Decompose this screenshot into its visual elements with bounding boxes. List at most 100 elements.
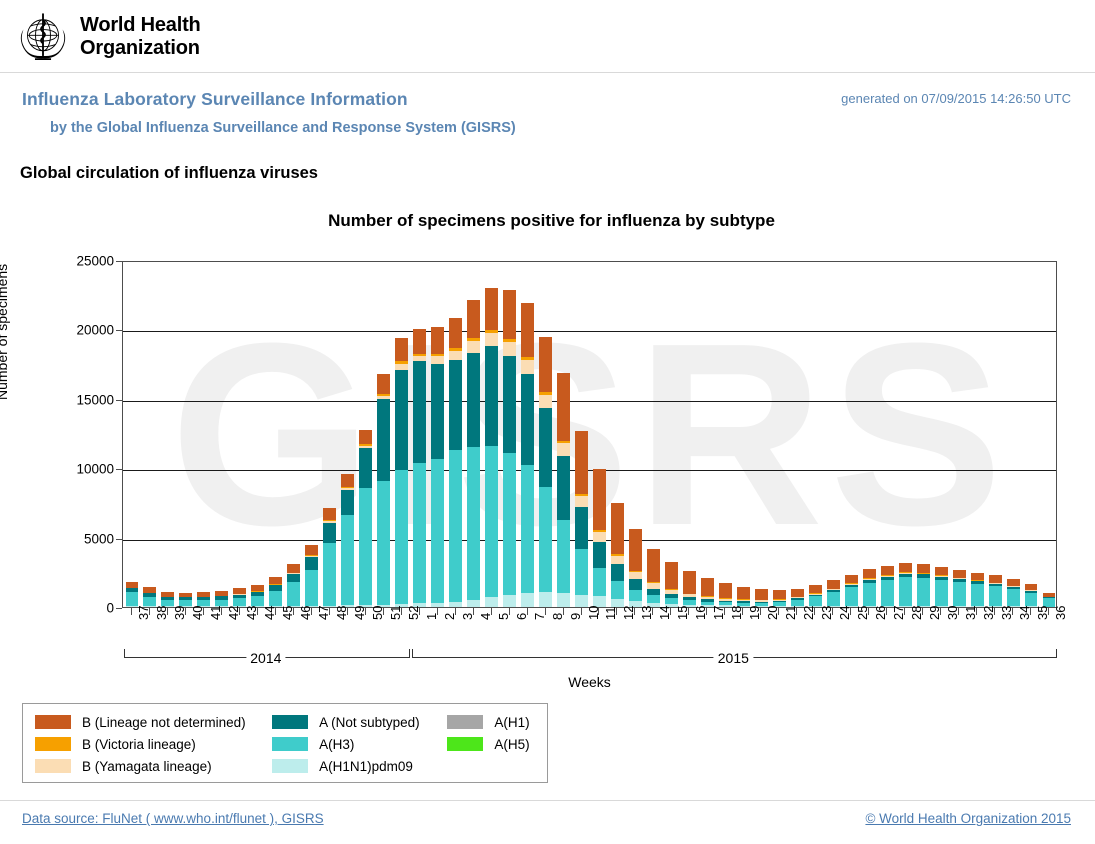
bar-37[interactable] — [125, 582, 139, 607]
bar-1[interactable] — [413, 328, 427, 607]
bar-5[interactable] — [485, 287, 499, 607]
x-axis-tick-label: 33 — [999, 605, 1015, 620]
bar-9[interactable] — [557, 372, 570, 607]
bar-30[interactable] — [934, 566, 948, 607]
bar-49[interactable] — [341, 473, 355, 607]
x-axis-tick-label: 36 — [1053, 605, 1068, 620]
bar-11[interactable] — [593, 468, 606, 607]
bar-51[interactable] — [377, 373, 391, 607]
bar-segment — [557, 443, 570, 456]
bar-32[interactable] — [970, 572, 984, 607]
bar-segment — [197, 606, 211, 607]
bar-3[interactable] — [449, 317, 463, 607]
bar-39[interactable] — [161, 592, 175, 607]
bar-15[interactable] — [664, 561, 678, 607]
bar-45[interactable] — [269, 576, 283, 607]
data-source-link[interactable]: Data source: FluNet ( www.who.int/flunet… — [22, 811, 324, 826]
bar-segment — [718, 583, 732, 599]
x-axis-tick-label: 7 — [531, 612, 547, 620]
bar-14[interactable] — [646, 548, 660, 607]
bar-segment — [952, 582, 966, 607]
bar-40[interactable] — [179, 592, 193, 607]
page-header: World Health Organization — [0, 0, 1095, 72]
bar-segment — [898, 577, 912, 607]
x-axis-tick — [544, 608, 546, 615]
gridline — [123, 400, 1056, 402]
bar-segment — [628, 572, 642, 580]
bar-20[interactable] — [754, 589, 768, 607]
bar-50[interactable] — [359, 430, 373, 607]
bar-segment — [449, 317, 463, 349]
bar-36[interactable] — [1042, 592, 1056, 607]
legend-item[interactable]: A(H5) — [447, 733, 547, 755]
bar-17[interactable] — [700, 577, 714, 607]
bar-43[interactable] — [233, 588, 247, 607]
bar-segment — [503, 341, 517, 356]
bar-segment — [485, 332, 499, 347]
bar-segment — [790, 597, 804, 599]
x-axis-tick-label: 35 — [1035, 605, 1051, 620]
bar-segment — [377, 393, 391, 396]
bar-47[interactable] — [305, 545, 319, 607]
copyright-link[interactable]: © World Health Organization 2015 — [865, 811, 1071, 826]
bar-segment — [754, 601, 768, 603]
bar-segment — [772, 590, 786, 600]
bar-28[interactable] — [898, 563, 912, 607]
bar-52[interactable] — [395, 337, 409, 607]
bar-segment — [287, 573, 301, 575]
bar-38[interactable] — [143, 587, 157, 607]
bar-segment — [359, 488, 373, 606]
bar-46[interactable] — [287, 564, 301, 607]
bar-25[interactable] — [844, 574, 858, 607]
bar-segment — [682, 597, 696, 601]
bar-33[interactable] — [988, 575, 1002, 607]
bar-35[interactable] — [1024, 584, 1038, 607]
bar-12[interactable] — [610, 502, 624, 607]
bar-segment — [377, 399, 391, 482]
x-axis-tick — [130, 608, 132, 615]
bar-27[interactable] — [880, 566, 894, 607]
bar-13[interactable] — [628, 528, 642, 607]
bar-44[interactable] — [251, 585, 265, 607]
bar-18[interactable] — [718, 583, 732, 607]
y-axis-tick — [116, 538, 122, 540]
legend-item[interactable]: A(H3) — [272, 733, 447, 755]
bar-21[interactable] — [772, 590, 786, 607]
x-axis-tick-label: 15 — [675, 605, 691, 620]
legend-item[interactable]: A(H1N1)pdm09 — [272, 755, 447, 777]
bar-segment — [143, 606, 157, 607]
x-axis-tick-label: 29 — [927, 605, 943, 620]
legend-item[interactable]: B (Yamagata lineage) — [35, 755, 272, 777]
bar-10[interactable] — [575, 431, 588, 607]
bar-6[interactable] — [503, 290, 517, 607]
legend-item[interactable]: B (Victoria lineage) — [35, 733, 272, 755]
bar-7[interactable] — [521, 303, 535, 607]
bar-31[interactable] — [952, 569, 966, 607]
bar-26[interactable] — [862, 569, 876, 607]
bar-8[interactable] — [539, 336, 552, 607]
bar-29[interactable] — [916, 564, 930, 607]
legend-item[interactable]: A (Not subtyped) — [272, 711, 447, 733]
header-divider — [0, 72, 1095, 73]
bar-23[interactable] — [808, 585, 822, 607]
bar-segment — [467, 340, 481, 353]
bar-segment — [341, 605, 355, 607]
bar-22[interactable] — [790, 588, 804, 607]
bar-4[interactable] — [467, 300, 481, 607]
bar-segment — [664, 588, 678, 590]
x-axis-tick-label: 16 — [693, 605, 709, 620]
legend-item[interactable]: A(H1) — [447, 711, 547, 733]
bar-48[interactable] — [323, 508, 337, 607]
legend-item[interactable]: B (Lineage not determined) — [35, 711, 272, 733]
bar-42[interactable] — [215, 590, 229, 607]
x-axis-tick — [616, 608, 618, 615]
bar-segment — [503, 594, 517, 607]
bar-16[interactable] — [682, 571, 696, 607]
bar-34[interactable] — [1006, 579, 1020, 607]
legend-label: B (Lineage not determined) — [82, 714, 246, 730]
bar-2[interactable] — [431, 326, 445, 607]
bar-segment — [179, 592, 193, 597]
bar-41[interactable] — [197, 592, 211, 607]
bar-19[interactable] — [736, 587, 750, 607]
bar-24[interactable] — [826, 580, 840, 607]
